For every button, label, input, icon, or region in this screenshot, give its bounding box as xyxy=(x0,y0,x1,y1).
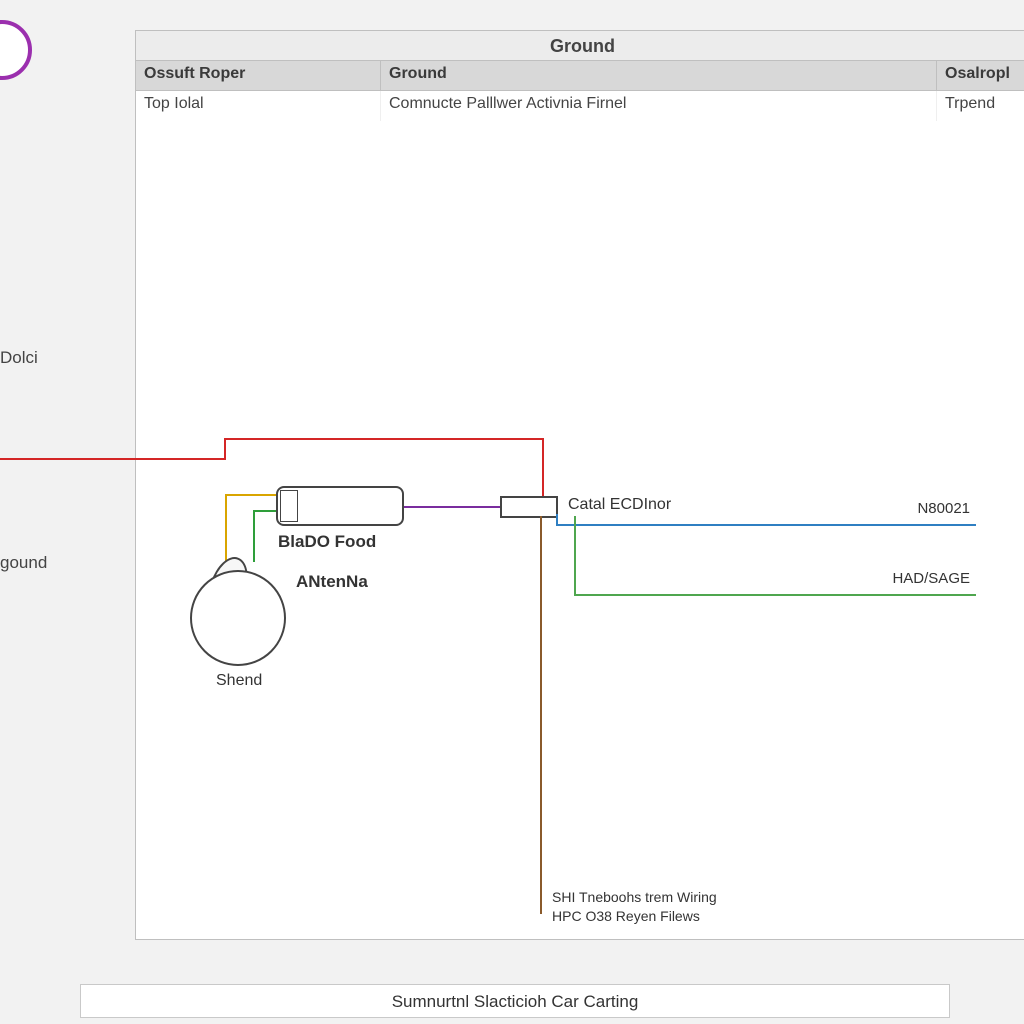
wire-brown xyxy=(540,516,542,914)
brown-wire-note-line1: SHI Tneboohs trem Wiring xyxy=(552,888,717,907)
catal-label: Catal ECDInor xyxy=(568,496,671,514)
table-row: Top Iolal Comnucte Palllwer Activnia Fir… xyxy=(136,91,1024,121)
brown-wire-note-line2: HPC O38 Reyen Filews xyxy=(552,907,717,926)
wire-red xyxy=(224,438,542,440)
column-header-2[interactable]: Ground xyxy=(381,61,937,90)
cell-ground: Comnucte Palllwer Activnia Firnel xyxy=(381,91,937,121)
shend-label: Shend xyxy=(216,672,262,690)
blado-connector-left xyxy=(280,490,298,522)
antenna-label: ANtenNa xyxy=(296,572,368,592)
wire-green2-label: HAD/SAGE xyxy=(840,570,970,587)
blado-label: BlaDO Food xyxy=(278,532,376,552)
cell-ossuft: Top Iolal xyxy=(136,91,381,121)
corner-circle-icon xyxy=(0,20,32,80)
catal-connector[interactable] xyxy=(500,496,558,518)
sidebar-label-dolci: Dolci xyxy=(0,348,38,368)
cell-osalropl: Trpend xyxy=(937,91,1024,121)
bottom-tab[interactable]: Sumnurtnl Slacticioh Car Carting xyxy=(80,984,950,1018)
wire-green2 xyxy=(574,516,576,594)
wire-purple xyxy=(404,506,502,508)
wire-red xyxy=(0,458,224,460)
column-headers: Ossuft Roper Ground Osalropl xyxy=(136,61,1024,91)
sidebar-label-gound: gound xyxy=(0,553,47,573)
column-header-3[interactable]: Osalropl xyxy=(937,61,1024,90)
panel-title: Ground xyxy=(136,31,1024,61)
wire-green2 xyxy=(574,594,976,596)
wire-blue xyxy=(556,514,558,524)
wire-red xyxy=(542,438,544,500)
brown-wire-note: SHI Tneboohs trem Wiring HPC O38 Reyen F… xyxy=(552,888,717,926)
wire-yellow xyxy=(225,494,227,562)
antenna-icon[interactable] xyxy=(190,570,286,666)
wire-blue-label: N80021 xyxy=(840,500,970,517)
wire-green xyxy=(253,510,255,562)
column-header-1[interactable]: Ossuft Roper xyxy=(136,61,381,90)
main-panel: Ground Ossuft Roper Ground Osalropl Top … xyxy=(135,30,1024,940)
wire-red xyxy=(224,438,226,460)
wire-yellow xyxy=(225,494,277,496)
wire-blue xyxy=(556,524,976,526)
